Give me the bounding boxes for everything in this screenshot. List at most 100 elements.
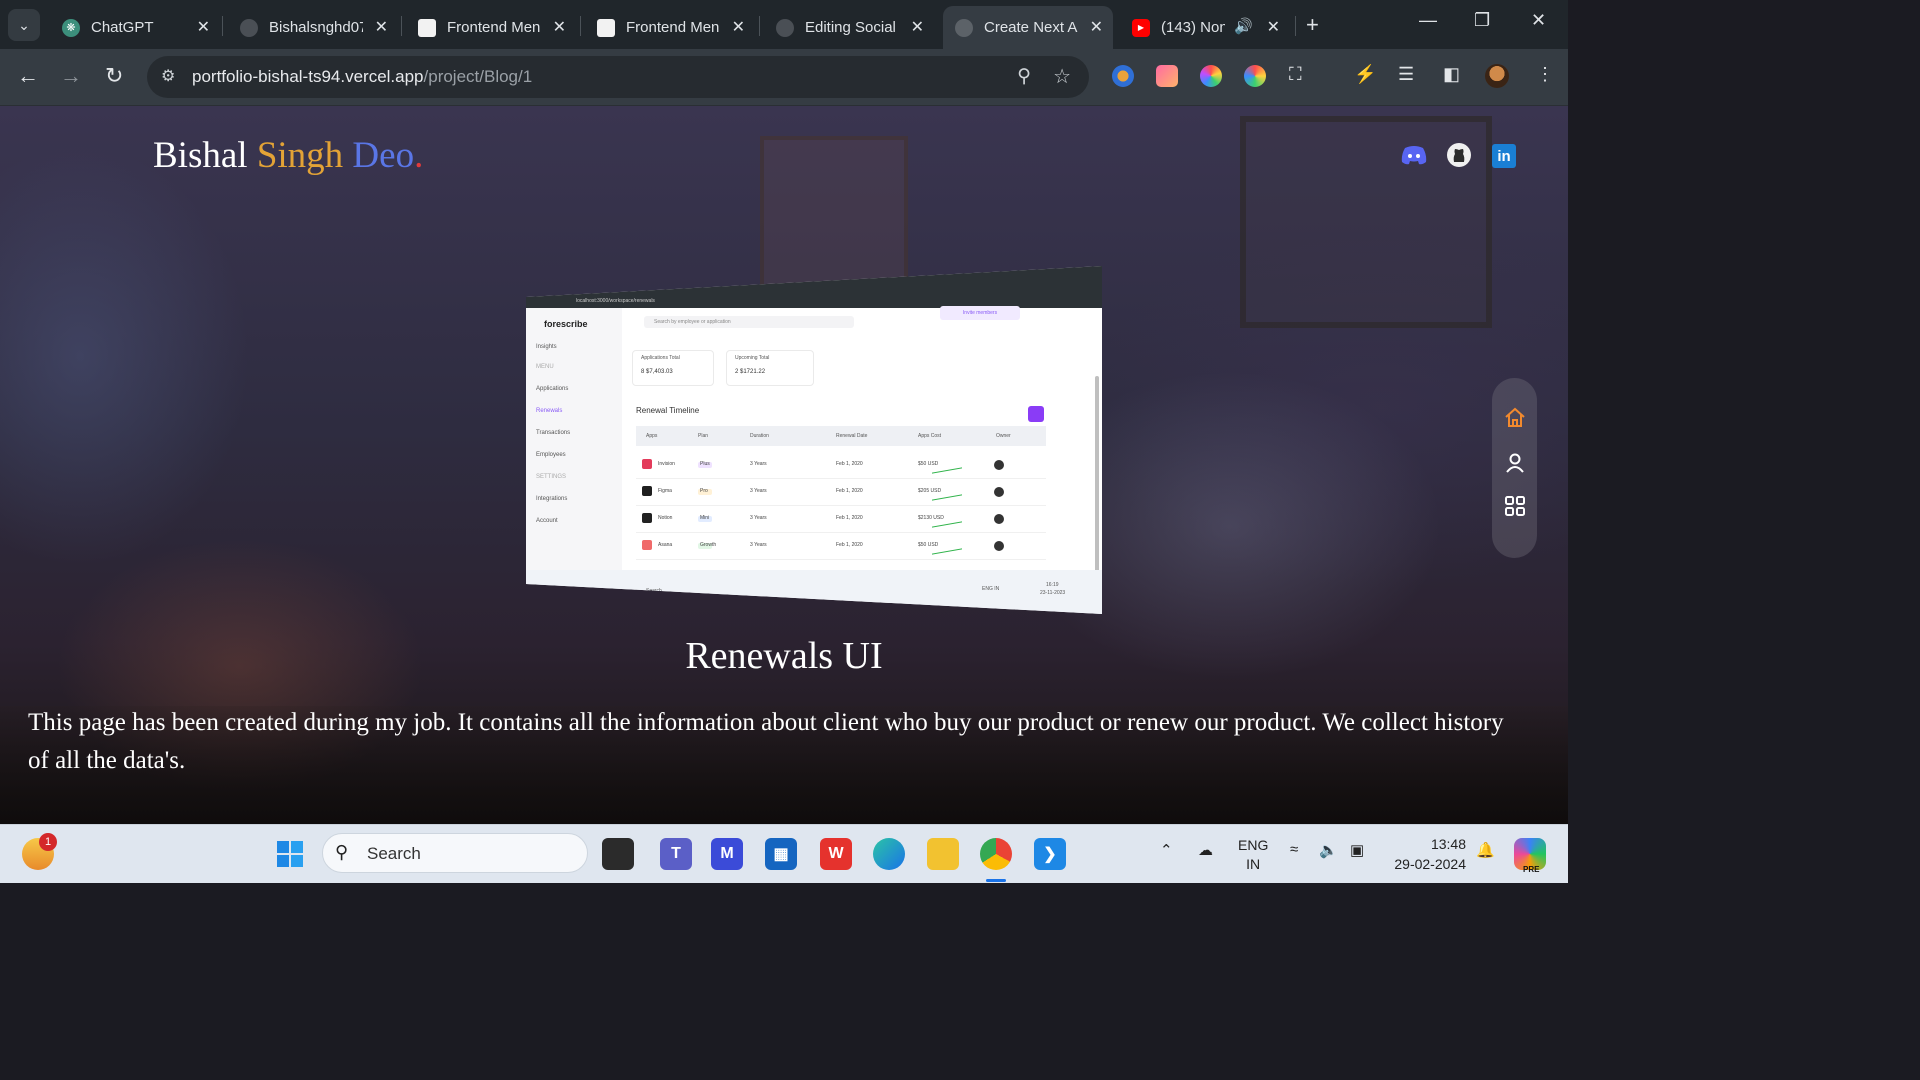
- app-logo-icon: [642, 540, 652, 550]
- tab-title: Frontend Men: [626, 19, 720, 36]
- site-settings-icon[interactable]: ⚙: [161, 66, 175, 86]
- performance-icon[interactable]: ⚡: [1354, 64, 1376, 85]
- forward-button[interactable]: →: [60, 63, 82, 89]
- browser-tab[interactable]: Frontend Men ✕: [585, 6, 755, 49]
- screenshot-sidebar-item: Renewals: [536, 408, 563, 414]
- stat-label: Applications Total: [641, 355, 680, 361]
- extension-icon[interactable]: [1156, 65, 1178, 87]
- address-bar[interactable]: ⚙ portfolio-bishal-ts94.vercel.app/proje…: [147, 56, 1089, 98]
- screenshot-sidebar-item: Insights: [536, 344, 557, 350]
- brand-middle-name: Singh: [256, 135, 344, 176]
- close-window-button[interactable]: ✕: [1531, 10, 1546, 31]
- back-button[interactable]: ←: [17, 63, 39, 89]
- speaker-icon[interactable]: 🔊: [1234, 17, 1253, 35]
- tab-title: Frontend Men: [447, 19, 541, 36]
- tab-separator: [580, 16, 581, 36]
- duration: 3 Years: [750, 515, 767, 521]
- profile-avatar[interactable]: [1485, 64, 1509, 88]
- column-header: Apps Cost: [918, 433, 942, 439]
- youtube-icon: ▶: [1132, 18, 1150, 37]
- browser-tab[interactable]: Editing Social ✕: [764, 6, 934, 49]
- user-icon[interactable]: [1503, 451, 1527, 475]
- notification-bell-icon[interactable]: 🔔: [1476, 841, 1495, 859]
- wifi-icon[interactable]: ≈: [1290, 841, 1298, 858]
- duration: 3 Years: [750, 542, 767, 548]
- extension-icon[interactable]: [1112, 65, 1134, 87]
- tab-title: Bishalsnghd07: [269, 19, 363, 36]
- browser-tab[interactable]: ❋ ChatGPT ✕: [50, 6, 220, 49]
- taskbar-search[interactable]: ⚲ Search: [322, 833, 588, 873]
- close-icon[interactable]: ✕: [911, 17, 924, 37]
- close-icon[interactable]: ✕: [553, 17, 566, 37]
- minimize-button[interactable]: —: [1419, 10, 1437, 31]
- close-icon[interactable]: ✕: [1090, 17, 1103, 37]
- home-icon[interactable]: [1503, 406, 1527, 430]
- github-icon[interactable]: [1446, 142, 1472, 168]
- site-brand[interactable]: Bishal Singh Deo.: [153, 134, 423, 177]
- browser-toolbar: ← → ↻ ⚙ portfolio-bishal-ts94.vercel.app…: [0, 49, 1568, 106]
- start-button[interactable]: [274, 838, 306, 870]
- language-indicator[interactable]: ENG IN: [1238, 836, 1268, 874]
- extensions-puzzle-icon[interactable]: ⛶: [1289, 64, 1302, 85]
- linkedin-icon[interactable]: in: [1492, 144, 1516, 168]
- close-icon[interactable]: ✕: [1267, 17, 1280, 37]
- grid-icon[interactable]: [1503, 494, 1527, 518]
- os-taskbar: 1 ⚲ Search T M ▦ W ❯ ⌃ ☁ ENG IN ≈ 🔈 ▣ 13…: [0, 824, 1568, 883]
- close-icon[interactable]: ✕: [197, 17, 210, 37]
- discord-icon[interactable]: [1401, 142, 1427, 168]
- tab-title: ChatGPT: [91, 19, 154, 36]
- plan-label: Mini: [700, 515, 710, 521]
- task-view-icon[interactable]: [602, 838, 634, 870]
- side-panel-icon[interactable]: ◧: [1443, 64, 1460, 85]
- screenshot-sidebar-item: Employees: [536, 452, 566, 458]
- onedrive-icon[interactable]: ☁: [1198, 841, 1213, 859]
- zoom-icon[interactable]: ⚲: [1017, 65, 1031, 88]
- edge-icon[interactable]: [873, 838, 905, 870]
- chevron-up-icon[interactable]: ⌃: [1160, 841, 1173, 859]
- browser-tab[interactable]: Bishalsnghd07 ✕: [228, 6, 398, 49]
- file-explorer-icon[interactable]: [927, 838, 959, 870]
- reload-button[interactable]: ↻: [105, 63, 123, 89]
- renewal-date: Feb 1, 2020: [836, 461, 863, 467]
- tab-search-button[interactable]: ⌄: [8, 9, 40, 41]
- store-icon[interactable]: ▦: [765, 838, 797, 870]
- screenshot-sidebar-item: Applications: [536, 386, 569, 392]
- browser-tab-active[interactable]: Create Next A ✕: [943, 6, 1113, 49]
- language-code: ENG: [1238, 837, 1269, 853]
- app-icon[interactable]: M: [711, 838, 743, 870]
- tab-title: Editing Social: [805, 19, 896, 36]
- screenshot-stat-card: Upcoming Total 2 $1721.22: [726, 350, 814, 386]
- app-logo-icon: [642, 513, 652, 523]
- extension-icon[interactable]: [1244, 65, 1266, 87]
- restore-button[interactable]: ❐: [1474, 10, 1490, 31]
- tab-strip: ⌄ ❋ ChatGPT ✕ Bishalsnghd07 ✕ Frontend M…: [0, 0, 1568, 49]
- extension-icon[interactable]: [1200, 65, 1222, 87]
- volume-icon[interactable]: 🔈: [1319, 841, 1338, 859]
- screenshot-url: localhost:3000/workspace/renewals: [576, 298, 655, 304]
- column-header: Plan: [698, 433, 709, 439]
- chevron-down-icon: ⌄: [18, 16, 30, 33]
- screenshot-sidebar-item: Transactions: [536, 430, 571, 436]
- column-header: Owner: [996, 433, 1011, 439]
- column-header: Duration: [750, 433, 769, 439]
- clock[interactable]: 13:48 29-02-2024: [1388, 834, 1466, 874]
- close-icon[interactable]: ✕: [375, 17, 388, 37]
- media-control-icon[interactable]: ☰: [1398, 64, 1414, 85]
- project-description: This page has been created during my job…: [28, 709, 1504, 774]
- teams-icon[interactable]: T: [660, 838, 692, 870]
- screenshot-sidebar-item: Account: [536, 518, 558, 524]
- close-icon[interactable]: ✕: [732, 17, 745, 37]
- vscode-icon[interactable]: ❯: [1034, 838, 1066, 870]
- app-logo-icon: [642, 459, 652, 469]
- owner-avatar: [994, 514, 1004, 524]
- wps-office-icon[interactable]: W: [820, 838, 852, 870]
- menu-kebab-icon[interactable]: ⋮: [1536, 64, 1554, 85]
- bookmark-star-icon[interactable]: ☆: [1053, 64, 1071, 89]
- chrome-icon[interactable]: [980, 838, 1012, 870]
- new-tab-button[interactable]: +: [1306, 12, 1319, 38]
- tab-separator: [222, 16, 223, 36]
- plan-label: Plus: [700, 461, 710, 467]
- browser-tab[interactable]: Frontend Men ✕: [406, 6, 576, 49]
- battery-icon[interactable]: ▣: [1350, 841, 1364, 859]
- browser-tab[interactable]: ▶ (143) Non 🔊 ✕: [1120, 6, 1290, 49]
